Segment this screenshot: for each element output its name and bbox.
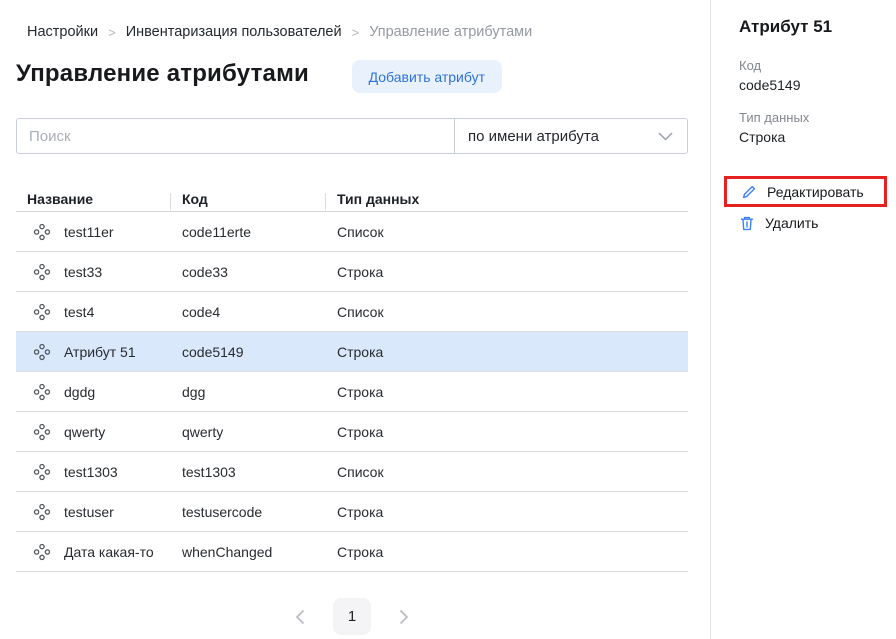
attributes-table: Название Код Тип данных test11er code11e… xyxy=(16,186,688,572)
table-header: Название Код Тип данных xyxy=(16,186,688,212)
search-filter-value: по имени атрибута xyxy=(468,128,599,145)
delete-button-label: Удалить xyxy=(765,215,818,231)
main-content: Настройки > Инвентаризация пользователей… xyxy=(0,0,710,639)
row-type: Строка xyxy=(337,424,688,440)
column-header-type: Тип данных xyxy=(325,191,688,207)
row-name: test1303 xyxy=(64,464,118,480)
row-code: code5149 xyxy=(182,344,337,360)
row-code: qwerty xyxy=(182,424,337,440)
column-header-code: Код xyxy=(170,191,325,207)
breadcrumb: Настройки > Инвентаризация пользователей… xyxy=(27,24,532,40)
row-name: Атрибут 51 xyxy=(64,344,136,360)
row-type: Список xyxy=(337,464,688,480)
table-row[interactable]: Атрибут 51 code5149 Строка xyxy=(16,332,688,372)
table-row[interactable]: test4 code4 Список xyxy=(16,292,688,332)
details-panel: Атрибут 51 Код code5149 Тип данных Строк… xyxy=(710,0,896,639)
attributes-management-page: Настройки > Инвентаризация пользователей… xyxy=(0,0,896,639)
field-label-code: Код xyxy=(739,58,761,73)
edit-button[interactable]: Редактировать xyxy=(724,176,887,207)
pencil-icon xyxy=(741,184,757,200)
edit-button-label: Редактировать xyxy=(767,184,864,200)
attribute-icon xyxy=(33,543,51,561)
search-filter-select[interactable]: по имени атрибута xyxy=(454,119,687,153)
row-code: dgg xyxy=(182,384,337,400)
pagination-prev-button[interactable] xyxy=(291,605,309,629)
table-row[interactable]: qwerty qwerty Строка xyxy=(16,412,688,452)
row-code: code4 xyxy=(182,304,337,320)
row-name: Дата какая-то xyxy=(64,544,154,560)
attribute-icon xyxy=(33,223,51,241)
table-row[interactable]: test33 code33 Строка xyxy=(16,252,688,292)
row-type: Строка xyxy=(337,384,688,400)
attribute-icon xyxy=(33,463,51,481)
pagination-next-button[interactable] xyxy=(395,605,413,629)
details-panel-title: Атрибут 51 xyxy=(739,17,832,37)
attribute-icon xyxy=(33,303,51,321)
row-code: test1303 xyxy=(182,464,337,480)
row-name: test11er xyxy=(64,224,114,240)
attribute-icon xyxy=(33,383,51,401)
chevron-left-icon xyxy=(295,609,305,625)
field-value-datatype: Строка xyxy=(739,129,785,145)
chevron-down-icon xyxy=(658,132,673,141)
table-row[interactable]: Дата какая-то whenChanged Строка xyxy=(16,532,688,572)
attribute-icon xyxy=(33,503,51,521)
row-type: Список xyxy=(337,304,688,320)
row-code: code33 xyxy=(182,264,337,280)
attribute-icon xyxy=(33,423,51,441)
field-label-datatype: Тип данных xyxy=(739,110,809,125)
row-code: testusercode xyxy=(182,504,337,520)
row-type: Строка xyxy=(337,504,688,520)
row-type: Строка xyxy=(337,344,688,360)
attribute-icon xyxy=(33,343,51,361)
breadcrumb-separator-icon: > xyxy=(352,25,360,40)
table-row[interactable]: dgdg dgg Строка xyxy=(16,372,688,412)
delete-button[interactable]: Удалить xyxy=(739,213,818,233)
trash-icon xyxy=(739,215,755,232)
field-value-code: code5149 xyxy=(739,77,801,93)
row-name: test4 xyxy=(64,304,94,320)
breadcrumb-separator-icon: > xyxy=(108,25,116,40)
row-name: testuser xyxy=(64,504,114,520)
row-type: Строка xyxy=(337,264,688,280)
breadcrumb-current: Управление атрибутами xyxy=(369,24,532,40)
attribute-icon xyxy=(33,263,51,281)
add-attribute-button[interactable]: Добавить атрибут xyxy=(352,60,502,93)
page-title: Управление атрибутами xyxy=(16,60,309,88)
search-input[interactable] xyxy=(17,119,454,153)
breadcrumb-settings[interactable]: Настройки xyxy=(27,24,98,40)
chevron-right-icon xyxy=(399,609,409,625)
table-row[interactable]: test11er code11erte Список xyxy=(16,212,688,252)
row-code: code11erte xyxy=(182,224,337,240)
table-row[interactable]: testuser testusercode Строка xyxy=(16,492,688,532)
row-name: test33 xyxy=(64,264,102,280)
row-name: qwerty xyxy=(64,424,105,440)
row-name: dgdg xyxy=(64,384,95,400)
pagination-current-page[interactable]: 1 xyxy=(333,598,371,635)
pagination: 1 xyxy=(16,598,688,635)
table-body: test11er code11erte Список test33 code33… xyxy=(16,212,688,572)
row-type: Список xyxy=(337,224,688,240)
table-row[interactable]: test1303 test1303 Список xyxy=(16,452,688,492)
search-bar: по имени атрибута xyxy=(16,118,688,154)
breadcrumb-user-inventory[interactable]: Инвентаризация пользователей xyxy=(126,24,342,40)
column-header-name: Название xyxy=(16,191,170,207)
row-code: whenChanged xyxy=(182,544,337,560)
row-type: Строка xyxy=(337,544,688,560)
